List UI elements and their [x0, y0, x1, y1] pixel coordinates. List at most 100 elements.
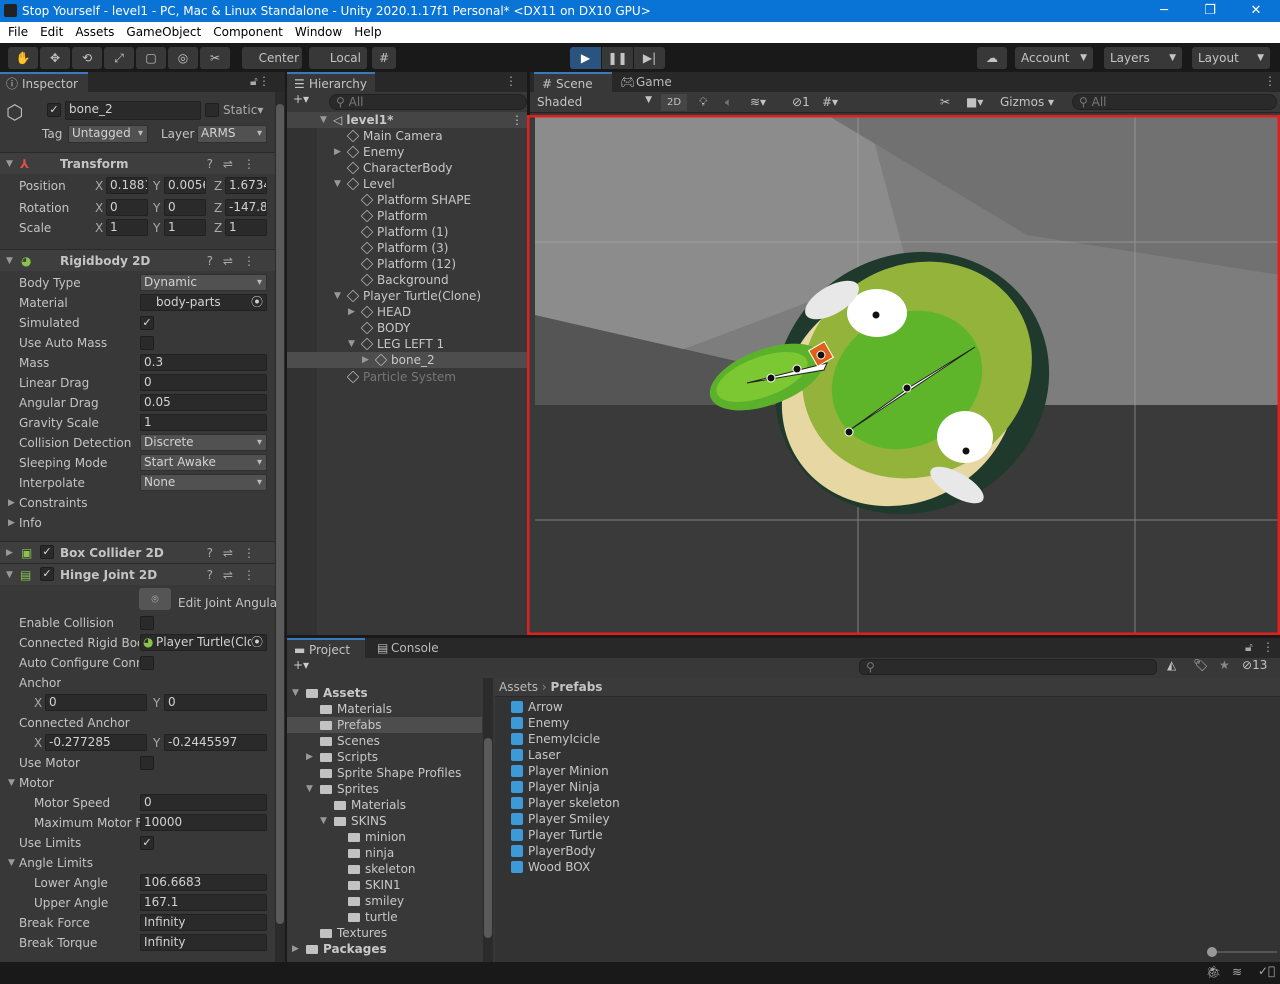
rotation-x-field[interactable]: 0 [106, 199, 148, 216]
move-tool-icon[interactable]: ✥ [40, 47, 70, 69]
expand-arrow-icon[interactable]: ▼ [320, 112, 327, 128]
hierarchy-item[interactable]: ▼ Level [287, 176, 527, 192]
more-icon[interactable]: ⋮ [1264, 74, 1276, 88]
scale-z-field[interactable]: 1 [225, 219, 267, 236]
tab-inspector[interactable]: ⓘ Inspector [0, 72, 88, 92]
pause-button[interactable]: ❚❚ [602, 47, 633, 69]
rigidbody2d-header[interactable]: ▼ ◕ Rigidbody 2D ?⇌⋮ [0, 249, 275, 271]
expand-arrow-icon[interactable]: ▼ [348, 336, 355, 352]
rotate-tool-icon[interactable]: ⟲ [72, 47, 102, 69]
minimize-button[interactable]: ─ [1141, 0, 1187, 22]
upper-angle-field[interactable]: 167.1 [140, 894, 267, 911]
more-icon[interactable]: ⋮ [1262, 640, 1274, 654]
restore-button[interactable]: ❐ [1187, 0, 1233, 22]
create-asset-button[interactable]: +▾ [293, 658, 309, 672]
scene-viewport[interactable] [527, 115, 1280, 635]
layers-dropdown[interactable]: Layers ▼ [1104, 47, 1182, 69]
break-torque-field[interactable]: Infinity [140, 934, 267, 951]
prefab-asset-item[interactable]: Player Turtle [511, 827, 603, 843]
menu-gameobject[interactable]: GameObject [120, 22, 207, 43]
tab-game[interactable]: 🎮︎ Game [614, 72, 684, 92]
use-motor-checkbox[interactable] [140, 756, 154, 770]
hierarchy-item[interactable]: ▼ Player Turtle(Clone) [287, 288, 527, 304]
menu-help[interactable]: Help [348, 22, 387, 43]
scale-y-field[interactable]: 1 [164, 219, 206, 236]
hierarchy-item[interactable]: Particle System [287, 369, 527, 385]
progress-check-icon[interactable]: ✓⃝ [1258, 964, 1275, 978]
position-y-field[interactable]: 0.0056 [164, 177, 206, 194]
project-folder-item[interactable]: ▼ SKINS [287, 813, 482, 829]
lock-icon[interactable]: 🔓︎ [1245, 640, 1253, 655]
static-dropdown[interactable]: Static▾ [223, 103, 263, 117]
transform-tool-icon[interactable]: ◎ [168, 47, 198, 69]
tab-console[interactable]: ▤ Console [369, 638, 449, 658]
max-motor-force-field[interactable]: 10000 [140, 814, 267, 831]
menu-window[interactable]: Window [289, 22, 348, 43]
rotation-y-field[interactable]: 0 [164, 199, 206, 216]
hierarchy-item[interactable]: Platform [287, 208, 527, 224]
connected-anchor-y-field[interactable]: -0.2445597 [164, 734, 267, 751]
project-folder-item[interactable]: ▶ Scripts [287, 749, 482, 765]
lock-icon[interactable]: 🔓︎ [250, 74, 258, 89]
hierarchy-item[interactable]: Main Camera [287, 128, 527, 144]
hidden-packages-icon[interactable]: ⊘13 [1242, 658, 1267, 672]
pivot-center-toggle[interactable]: Center [242, 47, 302, 69]
hierarchy-item[interactable]: Platform (12) [287, 256, 527, 272]
audio-icon[interactable]: 🔈︎ [725, 95, 732, 110]
collision-dropdown[interactable]: Discrete [140, 434, 267, 451]
inspector-scrollbar[interactable] [275, 92, 285, 962]
tab-project[interactable]: ▬ Project [287, 638, 365, 658]
breadcrumb-assets[interactable]: Assets [499, 680, 538, 694]
rect-tool-icon[interactable]: ▢ [136, 47, 166, 69]
more-icon[interactable]: ⋮ [505, 74, 517, 88]
favorites-icon[interactable]: ★ [1219, 658, 1230, 672]
tab-hierarchy[interactable]: ☰ Hierarchy [287, 72, 375, 92]
step-button[interactable]: ▶| [634, 47, 665, 69]
snap-icon[interactable]: # [372, 47, 396, 69]
project-folder-item[interactable]: skeleton [287, 861, 482, 877]
project-folder-item[interactable]: Textures [287, 925, 482, 941]
expand-arrow-icon[interactable]: ▶ [334, 144, 341, 160]
scale-tool-icon[interactable]: ⤢ [104, 47, 134, 69]
scene-search-input[interactable]: ⚲ All [1072, 94, 1277, 110]
menu-component[interactable]: Component [207, 22, 289, 43]
more-icon[interactable]: ⋮ [258, 74, 270, 88]
hierarchy-item[interactable]: BODY [287, 320, 527, 336]
body-type-dropdown[interactable]: Dynamic [140, 274, 267, 291]
icon-size-slider[interactable] [1207, 947, 1277, 957]
create-button[interactable]: +▾ [293, 92, 309, 106]
prefab-asset-item[interactable]: Wood BOX [511, 859, 590, 875]
tree-scrollbar[interactable] [483, 678, 493, 962]
hierarchy-item[interactable]: Background [287, 272, 527, 288]
more-icon[interactable]: ⋮ [511, 112, 523, 128]
prefab-asset-item[interactable]: Arrow [511, 699, 563, 715]
hinge-enabled-checkbox[interactable]: ✓ [40, 567, 54, 581]
project-folder-item[interactable]: turtle [287, 909, 482, 925]
object-picker-icon[interactable]: ⦿ [250, 635, 263, 650]
expand-arrow-icon[interactable]: ▼ [334, 176, 341, 192]
grid-snap-icon[interactable]: #▾ [822, 95, 838, 109]
simulated-checkbox[interactable]: ✓ [140, 316, 154, 330]
prefab-asset-item[interactable]: Player Ninja [511, 779, 600, 795]
hand-tool-icon[interactable]: ✋ [8, 47, 38, 69]
project-folder-item[interactable]: Prefabs [287, 717, 482, 733]
project-folder-item[interactable]: Materials [287, 701, 482, 717]
sleeping-dropdown[interactable]: Start Awake [140, 454, 267, 471]
menu-assets[interactable]: Assets [69, 22, 120, 43]
project-folder-item[interactable]: Sprite Shape Profiles [287, 765, 482, 781]
constraints-foldout[interactable]: ▶ Constraints [0, 493, 275, 513]
prefab-asset-item[interactable]: PlayerBody [511, 843, 596, 859]
component-menu-icons[interactable]: ?⇌⋮ [207, 542, 265, 564]
enable-collision-checkbox[interactable] [140, 616, 154, 630]
angular-drag-field[interactable]: 0.05 [140, 394, 267, 411]
filter-type-icon[interactable]: ◭ [1167, 658, 1176, 672]
mass-field[interactable]: 0.3 [140, 354, 267, 371]
break-force-field[interactable]: Infinity [140, 914, 267, 931]
project-search-input[interactable]: ⚲ [859, 659, 1157, 675]
hierarchy-item[interactable]: ▼ ◁ level1* ⋮ [287, 112, 527, 128]
project-folder-item[interactable]: ninja [287, 845, 482, 861]
expand-arrow-icon[interactable]: ▶ [362, 352, 369, 368]
project-folder-item[interactable]: Scenes [287, 733, 482, 749]
menu-edit[interactable]: Edit [34, 22, 69, 43]
scale-x-field[interactable]: 1 [106, 219, 148, 236]
